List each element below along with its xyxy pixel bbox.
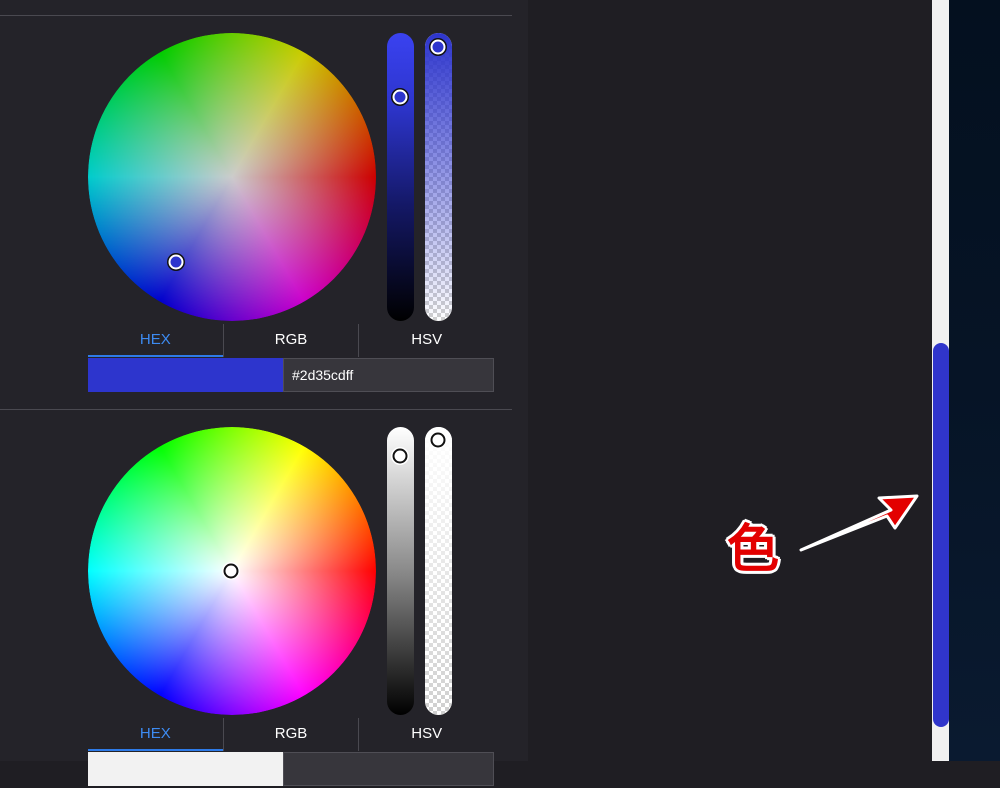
hue-saturation-wheel[interactable]: [88, 33, 376, 321]
background-strip: [949, 0, 1000, 761]
wheel-handle[interactable]: [168, 254, 184, 270]
color-swatch: [88, 752, 283, 786]
annotation-label: 色: [726, 520, 779, 580]
brightness-slider[interactable]: [387, 33, 414, 321]
tab-rgb[interactable]: RGB: [222, 718, 359, 751]
color-settings-panel: HEX RGB HSV #2d35cdff HEX RGB HSV: [0, 0, 528, 786]
hex-input[interactable]: [283, 752, 494, 786]
tab-hsv[interactable]: HSV: [358, 718, 494, 751]
brightness-slider-handle[interactable]: [392, 448, 408, 464]
tab-hsv[interactable]: HSV: [358, 324, 494, 357]
color-picker-top: HEX RGB HSV #2d35cdff: [0, 0, 528, 394]
wheel-handle[interactable]: [223, 563, 239, 579]
color-value-row: [88, 752, 494, 786]
brightness-slider-handle[interactable]: [392, 89, 408, 105]
tab-hex[interactable]: HEX: [88, 324, 223, 357]
tab-hex[interactable]: HEX: [88, 718, 223, 751]
color-value-row: #2d35cdff: [88, 358, 494, 392]
alpha-slider[interactable]: [425, 427, 452, 715]
color-picker-bottom: HEX RGB HSV: [0, 394, 528, 788]
color-swatch: [88, 358, 283, 392]
alpha-slider[interactable]: [425, 33, 452, 321]
alpha-slider-handle[interactable]: [430, 432, 446, 448]
brightness-slider[interactable]: [387, 427, 414, 715]
color-format-tabs: HEX RGB HSV: [88, 718, 494, 751]
hex-input[interactable]: #2d35cdff: [283, 358, 494, 392]
alpha-slider-handle[interactable]: [430, 39, 446, 55]
color-format-tabs: HEX RGB HSV: [88, 324, 494, 357]
scrollbar-thumb[interactable]: [933, 343, 949, 727]
tab-rgb[interactable]: RGB: [222, 324, 359, 357]
annotation-arrow-icon: [799, 494, 919, 552]
